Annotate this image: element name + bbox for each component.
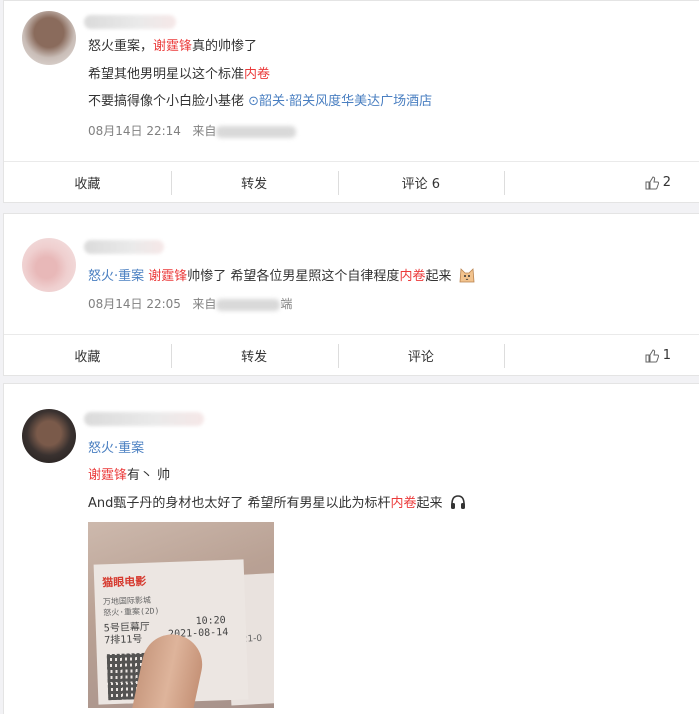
- source-blurred: [216, 125, 297, 138]
- avatar[interactable]: [22, 409, 76, 463]
- post-time[interactable]: 08月14日 22:05: [88, 297, 181, 311]
- action-bar: 收藏 转发 评论 6 2: [4, 161, 699, 203]
- topic-highlight: 谢霆锋: [88, 468, 128, 483]
- post-meta: 08月14日 22:14 来自: [88, 122, 297, 139]
- keyword-highlight: 内卷: [399, 269, 426, 284]
- thumbs-up-icon: [645, 175, 659, 189]
- avatar[interactable]: [22, 11, 76, 65]
- action-bar: 收藏 转发 评论 1: [4, 334, 699, 376]
- post-card: 怒火·重案 谢霆锋帅惨了 希望各位男星照这个自律程度内卷起来 08月14日 22…: [3, 213, 699, 376]
- collect-button[interactable]: 收藏: [4, 335, 171, 376]
- comment-button[interactable]: 评论 6: [337, 162, 505, 203]
- topic-link[interactable]: 怒火·重案: [88, 441, 144, 456]
- topic-highlight: 谢霆锋: [153, 39, 193, 54]
- repost-button[interactable]: 转发: [170, 335, 338, 376]
- like-count: 2: [662, 175, 671, 190]
- like-button[interactable]: 2: [504, 162, 699, 203]
- repost-button[interactable]: 转发: [170, 162, 338, 203]
- username-blurred[interactable]: [84, 15, 176, 29]
- post-card: 怒火·重案 谢霆锋有丶 帅 And甄子丹的身材也太好了 希望所有男星以此为标杆内…: [3, 383, 699, 714]
- topic-link[interactable]: 怒火·重案: [88, 269, 144, 284]
- post-photo[interactable]: 021-0 猫眼电影 万地国际影城 怒火·重案(2D) 5号巨幕厅 10:20 …: [88, 522, 274, 708]
- location-link[interactable]: ⊙韶关·韶关风度华美达广场酒店: [248, 94, 432, 109]
- avatar[interactable]: [22, 238, 76, 292]
- comment-button[interactable]: 评论: [337, 335, 505, 376]
- source-label: 来自: [192, 297, 217, 311]
- username-blurred[interactable]: [84, 412, 204, 426]
- like-count: 1: [662, 348, 671, 363]
- post-card: 怒火重案，谢霆锋真的帅惨了 希望其他男明星以这个标准内卷 不要搞得像个小白脸小基…: [3, 0, 699, 203]
- source-blurred: [216, 298, 281, 311]
- like-button[interactable]: 1: [504, 335, 699, 376]
- post-meta: 08月14日 22:05 来自 端: [88, 295, 292, 312]
- headphones-emoji-icon: [450, 495, 465, 509]
- ticket-brand: 猫眼电影: [102, 574, 147, 590]
- thumbs-up-icon: [645, 348, 659, 362]
- post-text-line: 希望其他男明星以这个标准内卷: [88, 67, 271, 82]
- post-text-line: 怒火·重案: [88, 439, 144, 459]
- post-text-line: 谢霆锋有丶 帅: [88, 468, 171, 483]
- post-text-line: 怒火重案，谢霆锋真的帅惨了: [88, 39, 258, 54]
- cat-emoji-icon: [459, 268, 475, 283]
- source-suffix: 端: [280, 297, 293, 311]
- topic-highlight: 谢霆锋: [148, 269, 188, 284]
- post-time[interactable]: 08月14日 22:14: [88, 124, 181, 138]
- post-text-line: 不要搞得像个小白脸小基佬 ⊙韶关·韶关风度华美达广场酒店: [88, 94, 433, 109]
- post-text-line: 怒火·重案 谢霆锋帅惨了 希望各位男星照这个自律程度内卷起来: [88, 266, 476, 287]
- post-text-line: And甄子丹的身材也太好了 希望所有男星以此为标杆内卷起来: [88, 493, 467, 514]
- source-label: 来自: [192, 124, 217, 138]
- keyword-highlight: 内卷: [244, 67, 271, 82]
- username-blurred[interactable]: [84, 240, 164, 254]
- keyword-highlight: 内卷: [390, 496, 417, 511]
- collect-button[interactable]: 收藏: [4, 162, 171, 203]
